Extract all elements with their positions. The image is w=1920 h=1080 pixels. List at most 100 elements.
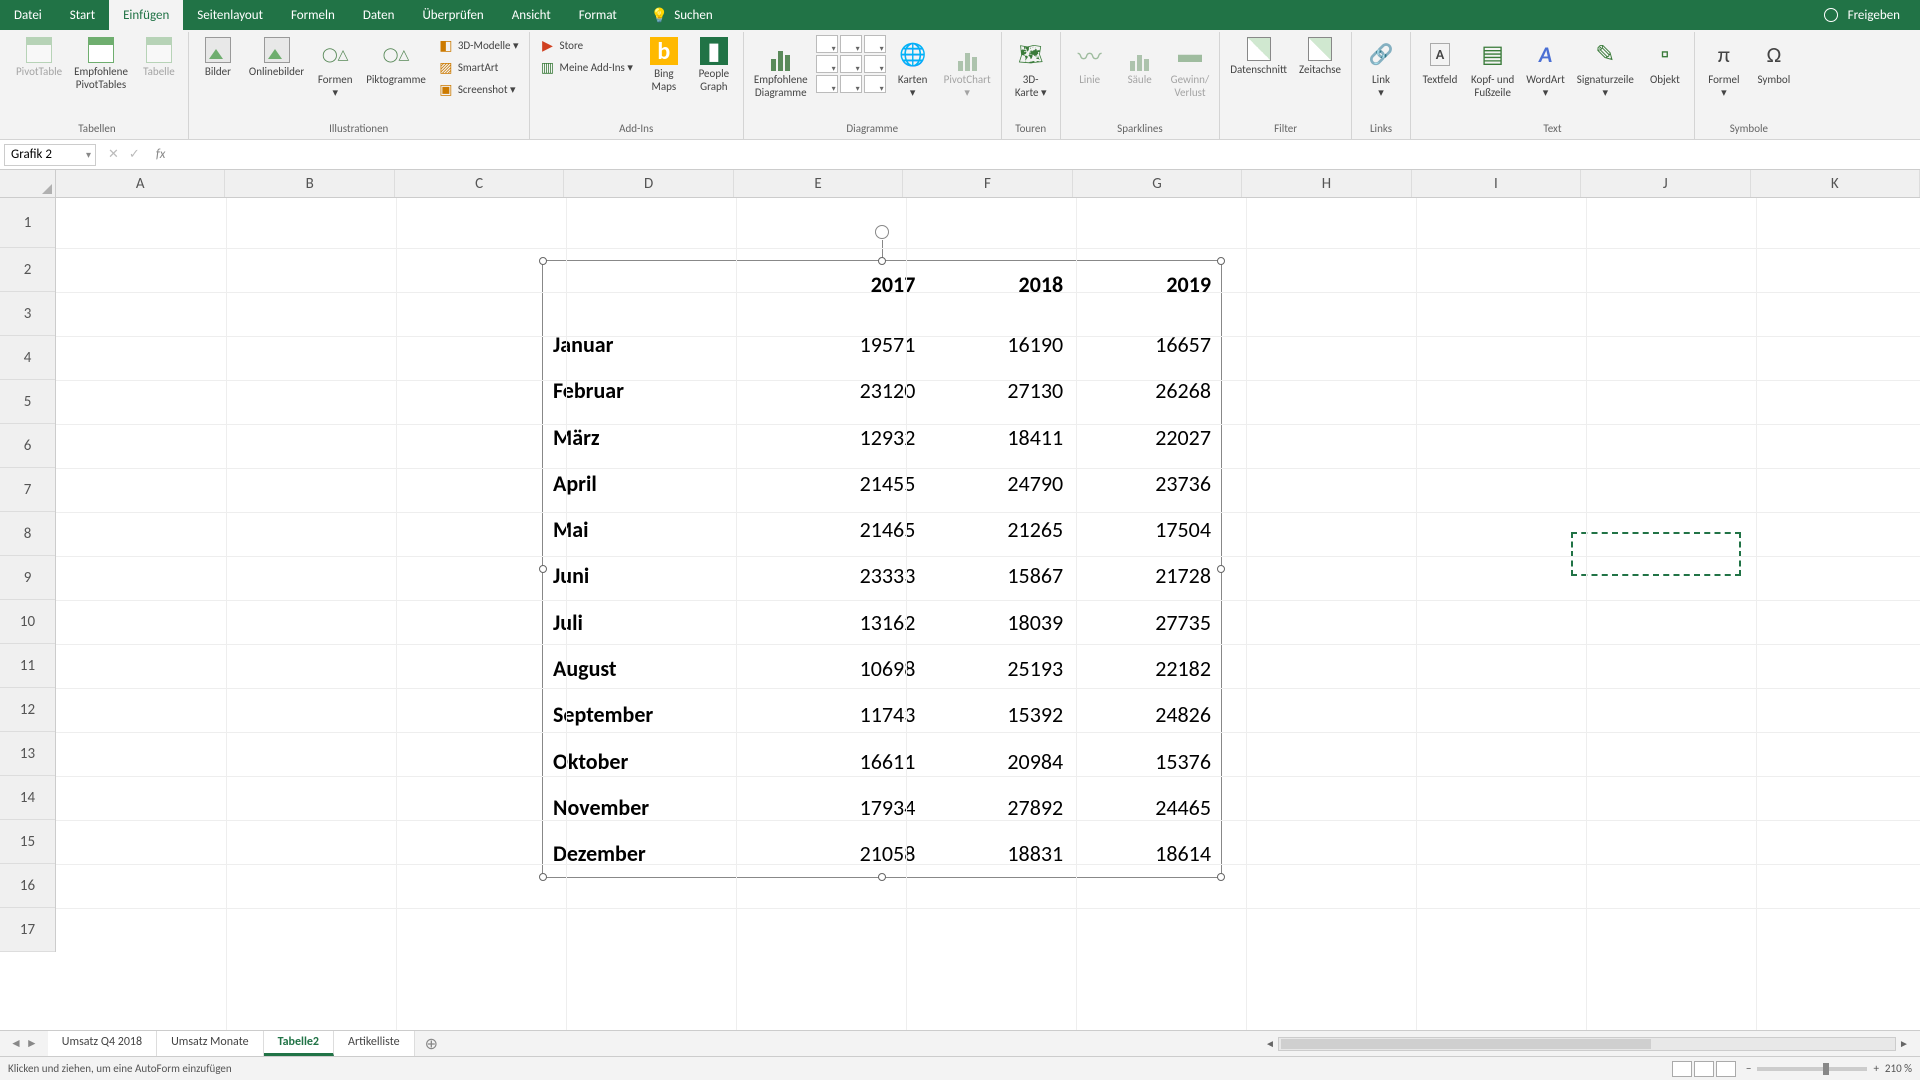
rotate-handle[interactable]	[875, 225, 889, 239]
resize-handle-s[interactable]	[878, 873, 886, 881]
recommended-pivot-button[interactable]: Empfohlene PivotTables	[70, 35, 132, 93]
row-header-6[interactable]: 6	[0, 424, 55, 468]
menu-tab-daten[interactable]: Daten	[349, 0, 409, 30]
resize-handle-ne[interactable]	[1217, 257, 1225, 265]
resize-handle-se[interactable]	[1217, 873, 1225, 881]
column-headers[interactable]: ABCDEFGHIJK	[56, 170, 1920, 198]
zoom-control[interactable]: − + 210 %	[1746, 1062, 1912, 1075]
row-header-11[interactable]: 11	[0, 644, 55, 688]
row-header-13[interactable]: 13	[0, 732, 55, 776]
row-header-4[interactable]: 4	[0, 336, 55, 380]
row-header-15[interactable]: 15	[0, 820, 55, 864]
online-pictures-button[interactable]: Onlinebilder	[245, 35, 308, 80]
resize-handle-w[interactable]	[539, 565, 547, 573]
row-headers[interactable]: 1234567891011121314151617	[0, 198, 56, 952]
link-button[interactable]: Link ▾	[1358, 35, 1404, 101]
formula-input[interactable]	[173, 144, 1920, 166]
row-header-5[interactable]: 5	[0, 380, 55, 424]
menu-tab-ansicht[interactable]: Ansicht	[498, 0, 565, 30]
page-layout-view-button[interactable]	[1694, 1061, 1714, 1077]
slicer-button[interactable]: Datenschnitt	[1226, 35, 1291, 78]
column-header-F[interactable]: F	[903, 170, 1072, 197]
my-addins-button[interactable]: ▥Meine Add-Ins ▾	[536, 57, 637, 77]
cells-area[interactable]: 201720182019Januar195711619016657Februar…	[56, 198, 1920, 1030]
column-header-B[interactable]: B	[225, 170, 394, 197]
column-header-K[interactable]: K	[1751, 170, 1920, 197]
name-box[interactable]: Grafik 2	[4, 144, 96, 166]
header-footer-button[interactable]: ▤Kopf- und Fußzeile	[1467, 35, 1518, 101]
column-header-I[interactable]: I	[1412, 170, 1581, 197]
sheet-tab-umsatz-monate[interactable]: Umsatz Monate	[157, 1031, 263, 1056]
sheet-tab-artikelliste[interactable]: Artikelliste	[334, 1031, 415, 1056]
worksheet-grid[interactable]: ABCDEFGHIJK 1234567891011121314151617 20…	[0, 170, 1920, 1030]
resize-handle-n[interactable]	[878, 257, 886, 265]
menu-tab-seitenlayout[interactable]: Seitenlayout	[183, 0, 277, 30]
column-header-C[interactable]: C	[395, 170, 564, 197]
user-icon[interactable]	[1824, 8, 1838, 22]
column-header-H[interactable]: H	[1242, 170, 1411, 197]
column-header-J[interactable]: J	[1581, 170, 1750, 197]
chart-surface-icon	[840, 75, 862, 93]
view-buttons[interactable]	[1672, 1061, 1736, 1077]
sheet-tab-tabelle2[interactable]: Tabelle2	[264, 1031, 334, 1056]
zoom-in-icon[interactable]: +	[1873, 1062, 1878, 1075]
resize-handle-nw[interactable]	[539, 257, 547, 265]
wordart-button[interactable]: WordArt ▾	[1522, 35, 1568, 101]
sheet-tab-umsatz-q4-2018[interactable]: Umsatz Q4 2018	[48, 1031, 157, 1056]
fx-icon[interactable]: fx	[148, 147, 174, 162]
menu-tab-formeln[interactable]: Formeln	[277, 0, 349, 30]
select-all-triangle[interactable]	[0, 170, 56, 198]
smartart-button[interactable]: ▨SmartArt	[434, 57, 523, 77]
chart-type-grid[interactable]	[816, 35, 886, 93]
timeline-button[interactable]: Zeitachse	[1295, 35, 1345, 78]
people-graph-button[interactable]: ▮People Graph	[691, 35, 737, 95]
embedded-table-object[interactable]: 201720182019Januar195711619016657Februar…	[542, 260, 1222, 878]
bing-maps-button[interactable]: bBing Maps	[641, 35, 687, 95]
resize-handle-sw[interactable]	[539, 873, 547, 881]
tell-me-search[interactable]: 💡 Suchen	[651, 0, 713, 30]
recommended-charts-button[interactable]: Empfohlene Diagramme	[750, 35, 812, 101]
menu-tab-format[interactable]: Format	[565, 0, 631, 30]
pictures-button[interactable]: Bilder	[195, 35, 241, 80]
row-header-17[interactable]: 17	[0, 908, 55, 952]
symbol-button[interactable]: Symbol	[1751, 35, 1797, 88]
column-header-A[interactable]: A	[56, 170, 225, 197]
textbox-button[interactable]: Textfeld	[1417, 35, 1463, 88]
row-header-9[interactable]: 9	[0, 556, 55, 600]
add-sheet-button[interactable]: ⊕	[415, 1034, 448, 1054]
menu-tab-datei[interactable]: Datei	[0, 0, 56, 30]
row-header-2[interactable]: 2	[0, 248, 55, 292]
row-header-10[interactable]: 10	[0, 600, 55, 644]
row-header-8[interactable]: 8	[0, 512, 55, 556]
menu-tab-start[interactable]: Start	[56, 0, 109, 30]
menu-tab-überprüfen[interactable]: Überprüfen	[408, 0, 497, 30]
row-header-7[interactable]: 7	[0, 468, 55, 512]
normal-view-button[interactable]	[1672, 1061, 1692, 1077]
horizontal-scrollbar[interactable]: ◄ ►	[1262, 1036, 1912, 1052]
share-button[interactable]: Freigeben	[1848, 8, 1900, 23]
resize-handle-e[interactable]	[1217, 565, 1225, 573]
page-break-view-button[interactable]	[1716, 1061, 1736, 1077]
row-header-3[interactable]: 3	[0, 292, 55, 336]
menu-tab-einfügen[interactable]: Einfügen	[109, 0, 183, 30]
sheet-nav-buttons[interactable]: ◄►	[0, 1036, 48, 1051]
column-header-G[interactable]: G	[1073, 170, 1242, 197]
object-button[interactable]: ▫Objekt	[1642, 35, 1688, 88]
icons-button[interactable]: Piktogramme	[362, 35, 430, 88]
3d-models-button[interactable]: ◧3D-Modelle ▾	[434, 35, 523, 55]
zoom-out-icon[interactable]: −	[1746, 1062, 1751, 1075]
shapes-button[interactable]: Formen ▾	[312, 35, 358, 101]
3d-map-button[interactable]: 3D- Karte ▾	[1008, 35, 1054, 101]
maps-button[interactable]: Karten ▾	[890, 35, 936, 101]
zoom-slider[interactable]	[1757, 1067, 1867, 1071]
equation-button[interactable]: Formel ▾	[1701, 35, 1747, 101]
row-header-16[interactable]: 16	[0, 864, 55, 908]
store-button[interactable]: ▶Store	[536, 35, 637, 55]
row-header-12[interactable]: 12	[0, 688, 55, 732]
column-header-D[interactable]: D	[564, 170, 733, 197]
screenshot-button[interactable]: ▣Screenshot ▾	[434, 79, 523, 99]
row-header-14[interactable]: 14	[0, 776, 55, 820]
signature-button[interactable]: ✎Signaturzeile ▾	[1573, 35, 1638, 101]
column-header-E[interactable]: E	[734, 170, 903, 197]
row-header-1[interactable]: 1	[0, 198, 55, 248]
